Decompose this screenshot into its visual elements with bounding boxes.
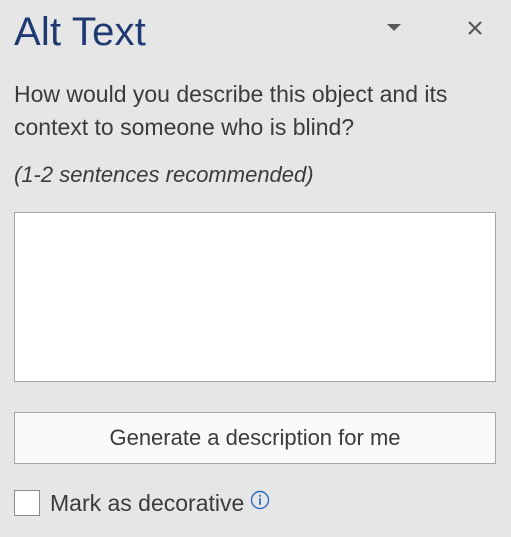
- generate-description-button[interactable]: Generate a description for me: [14, 412, 496, 464]
- pane-options-button[interactable]: [380, 14, 408, 42]
- alt-text-pane: Alt Text How would you describe this obj…: [0, 0, 511, 537]
- generate-description-label: Generate a description for me: [109, 425, 401, 450]
- description-textarea[interactable]: [14, 212, 496, 382]
- info-icon[interactable]: [250, 490, 270, 510]
- mark-decorative-label[interactable]: Mark as decorative: [50, 488, 244, 518]
- close-icon: [468, 21, 482, 35]
- description-question: How would you describe this object and i…: [14, 81, 448, 140]
- mark-decorative-row: Mark as decorative: [14, 488, 270, 518]
- chevron-down-icon: [387, 24, 401, 31]
- pane-title: Alt Text: [14, 10, 147, 54]
- close-button[interactable]: [462, 15, 488, 41]
- info-icon-graphic: [251, 490, 270, 510]
- mark-decorative-checkbox[interactable]: [14, 490, 40, 516]
- sentence-hint: (1-2 sentences recommended): [14, 162, 314, 187]
